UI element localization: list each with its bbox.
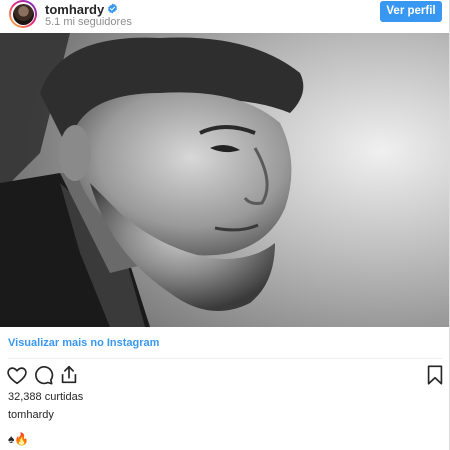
avatar-image <box>12 3 34 25</box>
instagram-embed: tomhardy 5.1 mi seguidores Ver perfil Vi… <box>0 0 450 450</box>
post-photo[interactable] <box>0 33 449 327</box>
avatar[interactable] <box>9 0 37 28</box>
likes-count[interactable]: 32,388 curtidas <box>8 391 83 403</box>
portrait-image <box>0 33 449 327</box>
heart-icon[interactable] <box>6 364 28 386</box>
caption-text: ♠🔥 <box>8 432 30 446</box>
caption-username[interactable]: tomhardy <box>8 409 54 421</box>
avatar-ring <box>11 2 35 26</box>
comment-icon[interactable] <box>32 364 54 386</box>
followers-count: 5.1 mi seguidores <box>45 16 132 28</box>
bookmark-icon[interactable] <box>424 364 446 386</box>
post-header: tomhardy 5.1 mi seguidores Ver perfil <box>0 0 450 33</box>
share-icon[interactable] <box>58 364 80 386</box>
post-actions <box>0 364 450 388</box>
view-profile-button[interactable]: Ver perfil <box>380 1 442 22</box>
username[interactable]: tomhardy <box>45 2 104 17</box>
verified-badge-icon <box>107 3 118 14</box>
divider <box>8 358 442 359</box>
view-more-on-instagram-link[interactable]: Visualizar mais no Instagram <box>8 337 159 349</box>
